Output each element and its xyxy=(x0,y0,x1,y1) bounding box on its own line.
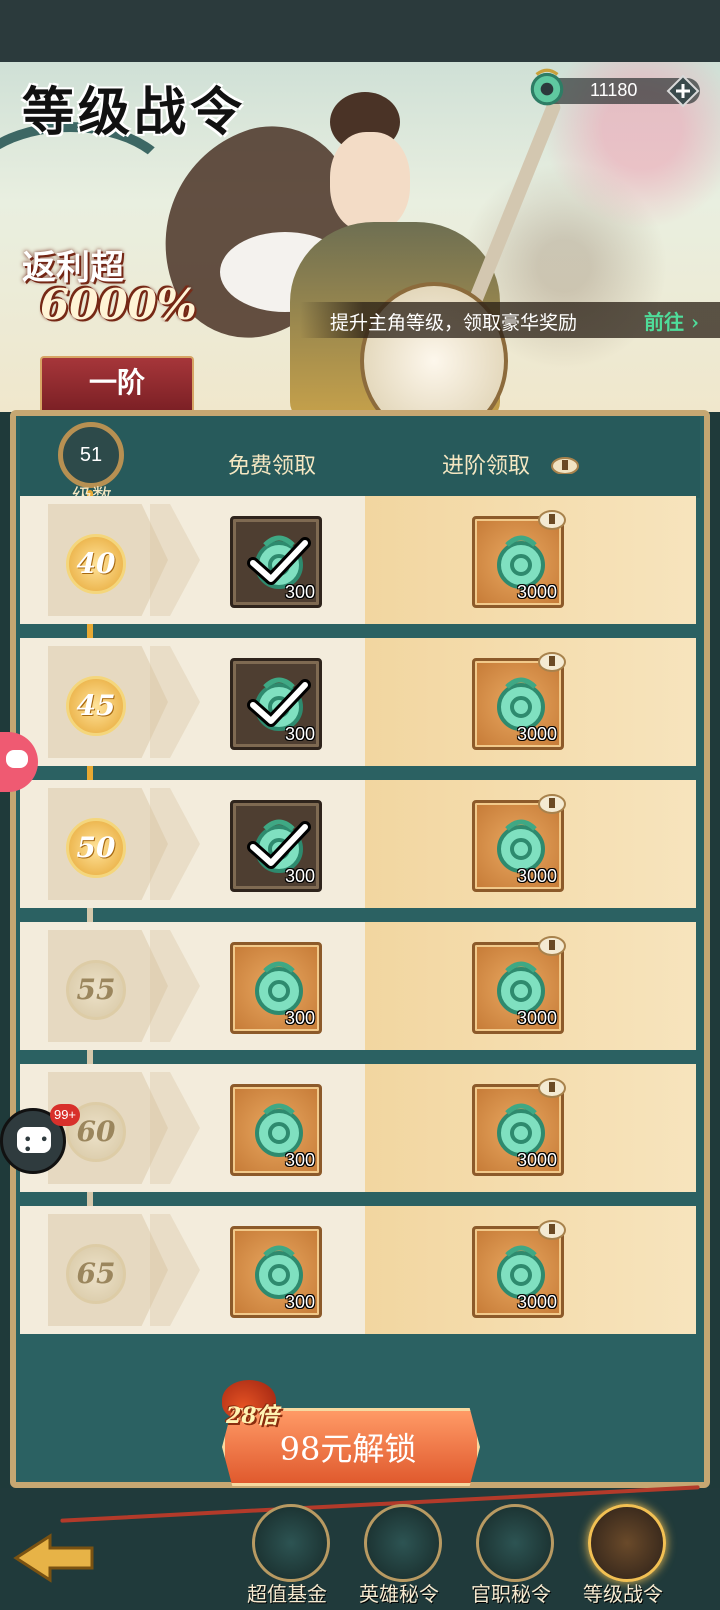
advanced-reward-item[interactable]: 3000 xyxy=(472,652,566,750)
nav-level-pass[interactable]: 等级战令 xyxy=(568,1500,678,1610)
level-node: 45 xyxy=(66,676,126,736)
nav-label: 等级战令 xyxy=(583,1582,663,1606)
item-quantity: 300 xyxy=(284,1008,315,1028)
advanced-reward-item[interactable]: 3000 xyxy=(472,794,566,892)
jade-currency-icon xyxy=(530,68,564,106)
free-reward-item[interactable]: 300 xyxy=(230,800,322,892)
chat-unread-badge: 99+ xyxy=(50,1104,80,1126)
unlock-button-label[interactable]: 98元解锁 xyxy=(222,1424,474,1470)
nav-super-fund[interactable]: 超值基金 xyxy=(232,1500,342,1610)
jade-dragon-icon xyxy=(364,1504,442,1582)
nav-label: 英雄秘令 xyxy=(359,1582,439,1606)
official-seal-icon xyxy=(476,1504,554,1582)
nav-label: 官职秘令 xyxy=(471,1582,551,1606)
advanced-reward-item[interactable]: 3000 xyxy=(472,1220,566,1318)
jade-dragon-icon xyxy=(252,1504,330,1582)
current-level-badge: 51 xyxy=(58,422,124,488)
column-header-free: 免费领取 xyxy=(228,454,317,479)
item-quantity: 300 xyxy=(284,1150,315,1170)
level-node: 40 xyxy=(66,534,126,594)
lock-icon xyxy=(537,505,567,531)
item-quantity: 300 xyxy=(284,582,315,602)
goto-link[interactable]: 前往 › xyxy=(644,306,699,335)
free-reward-item[interactable]: 300 xyxy=(230,658,322,750)
advanced-reward-item[interactable]: 3000 xyxy=(472,936,566,1034)
level-node: 65 xyxy=(66,1244,126,1304)
treasure-chest-icon xyxy=(588,1504,666,1582)
column-header-advanced: 进阶领取 xyxy=(442,454,531,479)
status-strip xyxy=(0,0,720,62)
page-title: 等级战令 xyxy=(22,82,247,143)
lock-icon xyxy=(551,457,579,474)
lock-icon xyxy=(537,1215,567,1241)
reward-row: 60 300 3000 xyxy=(20,1064,696,1192)
lock-icon xyxy=(537,789,567,815)
nav-official-pass[interactable]: 官职秘令 xyxy=(456,1500,566,1610)
back-arrow-icon[interactable] xyxy=(12,1530,96,1586)
item-quantity: 3000 xyxy=(516,1292,557,1312)
reward-row: 65 300 3000 xyxy=(20,1206,696,1334)
item-quantity: 300 xyxy=(284,724,315,744)
reward-row: 55 300 3000 xyxy=(20,922,696,1050)
advanced-reward-item[interactable]: 3000 xyxy=(472,1078,566,1176)
nav-label: 超值基金 xyxy=(247,1582,327,1606)
item-quantity: 3000 xyxy=(516,866,557,886)
reward-row: 40 300 3000 xyxy=(20,496,696,624)
multiplier-badge: 28倍 xyxy=(226,1403,279,1429)
checkmark-icon xyxy=(247,537,311,587)
level-node: 50 xyxy=(66,818,126,878)
lock-icon xyxy=(537,647,567,673)
currency-amount: 11180 xyxy=(590,80,638,100)
rebate-value: 6000% xyxy=(40,280,197,329)
reward-row: 45 300 3000 xyxy=(20,638,696,766)
nav-hero-pass[interactable]: 英雄秘令 xyxy=(344,1500,454,1610)
lock-icon xyxy=(537,931,567,957)
lock-icon xyxy=(537,1073,567,1099)
item-quantity: 3000 xyxy=(516,1150,557,1170)
checkmark-icon xyxy=(247,679,311,729)
reward-row: 50 300 3000 xyxy=(20,780,696,908)
tab-tier-1[interactable]: 一阶 xyxy=(40,356,194,410)
mascot-icon xyxy=(6,750,28,768)
free-reward-item[interactable]: 300 xyxy=(230,942,322,1034)
add-currency-icon[interactable] xyxy=(666,74,700,108)
free-reward-item[interactable]: 300 xyxy=(230,1226,322,1318)
goto-link-label: 前往 xyxy=(644,310,684,334)
item-quantity: 3000 xyxy=(516,724,557,744)
free-reward-item[interactable]: 300 xyxy=(230,516,322,608)
advanced-reward-item[interactable]: 3000 xyxy=(472,510,566,608)
promo-text: 提升主角等级，领取豪华奖励 xyxy=(330,312,578,334)
item-quantity: 300 xyxy=(284,866,315,886)
item-quantity: 3000 xyxy=(516,582,557,602)
level-node: 55 xyxy=(66,960,126,1020)
free-reward-item[interactable]: 300 xyxy=(230,1084,322,1176)
currency-display: 11180 xyxy=(530,68,700,108)
item-quantity: 300 xyxy=(284,1292,315,1312)
checkmark-icon xyxy=(247,821,311,871)
item-quantity: 3000 xyxy=(516,1008,557,1028)
